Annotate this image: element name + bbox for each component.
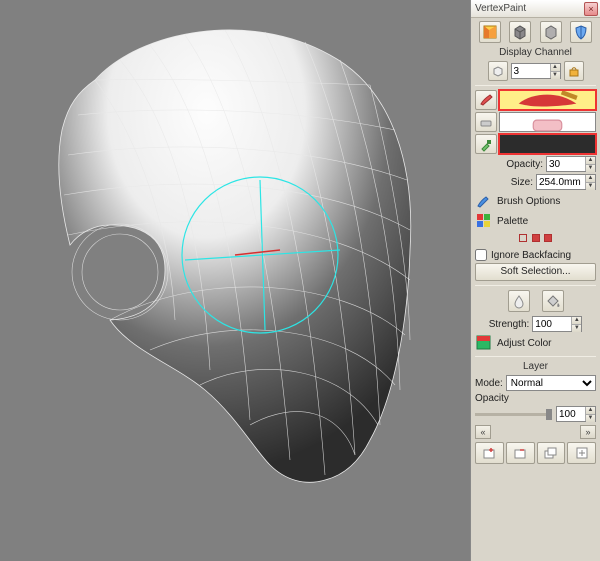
mode-toolbar [475, 21, 596, 43]
erase-swatch[interactable] [499, 112, 596, 132]
delete-layer-icon[interactable] [506, 442, 535, 464]
soft-selection-button[interactable]: Soft Selection... [475, 263, 596, 281]
viewport[interactable] [0, 0, 470, 561]
close-button[interactable]: × [584, 2, 598, 16]
bucket-fill-icon[interactable] [542, 290, 564, 312]
size-label: Size: [511, 177, 533, 188]
opacity-slider[interactable] [475, 413, 552, 416]
panel-title: VertexPaint [475, 3, 526, 14]
strength-spinner[interactable]: ▲▼ [532, 316, 582, 332]
solid-cube-icon[interactable] [509, 21, 531, 43]
helmet-mesh [59, 30, 411, 482]
ignore-backfacing-checkbox[interactable] [475, 249, 487, 261]
adjust-color-label[interactable]: Adjust Color [497, 338, 551, 349]
panel-titlebar[interactable]: VertexPaint × [471, 0, 600, 18]
lock-icon[interactable] [564, 61, 584, 81]
layer-prev-button[interactable]: « [475, 425, 491, 439]
palette-icon [475, 212, 493, 230]
erase-tool-icon[interactable] [475, 112, 497, 132]
opacity-spinner[interactable]: ▲▼ [546, 156, 596, 172]
layer-label: Layer [475, 361, 596, 372]
mirror-dots[interactable] [475, 234, 596, 245]
shaded-cube-icon[interactable] [479, 21, 501, 43]
size-spinner[interactable]: ▲▼ [536, 174, 596, 190]
opacity-label: Opacity: [506, 159, 543, 170]
duplicate-layer-icon[interactable] [537, 442, 566, 464]
palette-label[interactable]: Palette [497, 216, 528, 227]
new-layer-icon[interactable] [475, 442, 504, 464]
adjust-swatch-icon [475, 334, 493, 352]
vertex-paint-panel: VertexPaint × Display Channel ▲▼ [470, 0, 600, 561]
mode-select[interactable]: Normal [506, 375, 596, 391]
shield-icon[interactable] [570, 21, 592, 43]
current-color-swatch[interactable] [499, 134, 596, 154]
eyedropper-icon[interactable] [475, 134, 497, 154]
dot-fill-1 [532, 234, 540, 242]
paint-swatch[interactable] [499, 90, 596, 110]
layer-opacity-label: Opacity [475, 393, 509, 404]
size-input[interactable] [537, 175, 585, 189]
layer-next-button[interactable]: » [580, 425, 596, 439]
brush-icon [475, 192, 493, 210]
strength-label: Strength: [489, 319, 530, 330]
channel-spinner[interactable]: ▲▼ [511, 63, 561, 79]
brush-options-label[interactable]: Brush Options [497, 196, 560, 207]
blur-drop-icon[interactable] [508, 290, 530, 312]
opacity-input[interactable] [547, 157, 585, 171]
channel-up[interactable]: ▲ [551, 64, 560, 72]
ignore-backfacing-label: Ignore Backfacing [491, 250, 571, 261]
mode-label: Mode: [475, 378, 503, 389]
solid-cube2-icon[interactable] [540, 21, 562, 43]
channel-input[interactable] [512, 64, 550, 78]
layer-opacity-spinner[interactable]: ▲▼ [556, 406, 596, 422]
object-icon[interactable] [488, 61, 508, 81]
display-channel-label: Display Channel [475, 47, 596, 58]
dot-fill-2 [544, 234, 552, 242]
strength-input[interactable] [533, 317, 571, 331]
dot-empty-1 [519, 234, 527, 242]
paint-tool-icon[interactable] [475, 90, 497, 110]
channel-down[interactable]: ▼ [551, 72, 560, 79]
layer-opacity-input[interactable] [557, 407, 585, 421]
merge-layer-icon[interactable] [567, 442, 596, 464]
